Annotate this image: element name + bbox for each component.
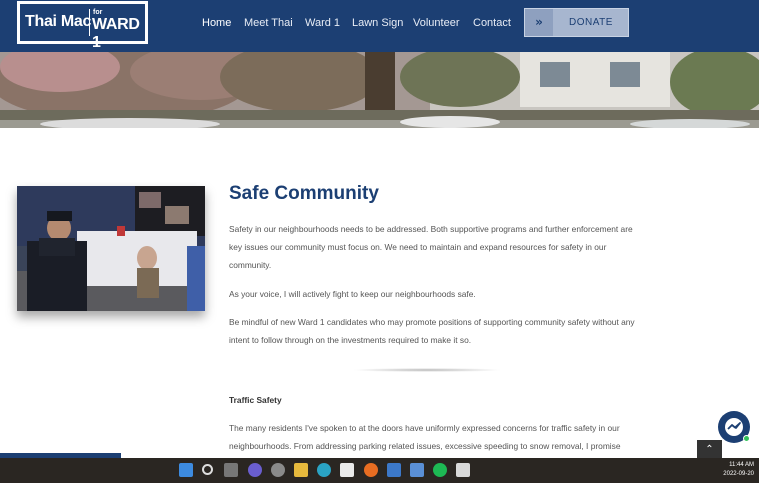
scroll-to-top-button[interactable]: ⌃ (697, 440, 722, 460)
nav-lawn-sign[interactable]: Lawn Sign (352, 17, 403, 29)
messenger-chat-button[interactable] (718, 411, 750, 443)
task-view-icon[interactable] (224, 463, 238, 477)
traffic-paragraph: The many residents I've spoken to at the… (229, 423, 621, 451)
intro-paragraph: Safety in our neighbourhoods needs to be… (229, 224, 633, 270)
page-title: Safe Community (229, 183, 379, 204)
messenger-bolt (727, 422, 741, 430)
taskbar-time[interactable]: 11:44 AM (720, 462, 754, 468)
section-divider (352, 368, 502, 372)
nav-ward-1[interactable]: Ward 1 (305, 17, 340, 29)
taskbar-date[interactable]: 2022-09-20 (716, 471, 754, 477)
nav-home[interactable]: Home (202, 17, 231, 29)
hero-scene (0, 52, 759, 128)
site-logo[interactable]: Thai Mac for WARD 1 (17, 1, 148, 51)
community-safety-photo (17, 186, 205, 311)
chat-icon[interactable] (248, 463, 262, 477)
file-explorer-icon[interactable] (294, 463, 308, 477)
hero-banner-image (0, 52, 759, 128)
spotify-icon[interactable] (433, 463, 447, 477)
logo-for: for (93, 9, 103, 16)
double-chevron-right-icon: » (525, 9, 553, 36)
donate-label: DONATE (569, 17, 613, 28)
nav-meet-thai[interactable]: Meet Thai (244, 17, 293, 29)
edge-icon[interactable] (317, 463, 331, 477)
firefox-icon[interactable] (364, 463, 378, 477)
chevron-up-icon: ⌃ (705, 444, 714, 455)
online-status-dot (743, 435, 750, 442)
voice-paragraph: As your voice, I will actively fight to … (229, 289, 476, 299)
search-icon[interactable] (202, 464, 213, 475)
notepad-alt-icon[interactable] (410, 463, 424, 477)
logo-ward: WARD 1 (92, 16, 140, 51)
logo-name: Thai Mac (25, 13, 92, 30)
messenger-icon (725, 418, 743, 436)
logo-divider (89, 9, 90, 36)
photo-scene (17, 186, 205, 311)
windows-taskbar: 11:44 AM 2022-09-20 (0, 458, 759, 483)
candidates-paragraph: Be mindful of new Ward 1 candidates who … (229, 317, 635, 345)
snipping-tool-icon[interactable] (456, 463, 470, 477)
site-header: Thai Mac for WARD 1 Home Meet Thai Ward … (0, 0, 759, 52)
donate-button[interactable]: » DONATE (524, 8, 629, 37)
nav-contact[interactable]: Contact (473, 17, 511, 29)
settings-icon[interactable] (271, 463, 285, 477)
logo-inner: Thai Mac for WARD 1 (20, 4, 145, 51)
page: Thai Mac for WARD 1 Home Meet Thai Ward … (0, 0, 759, 483)
traffic-safety-heading: Traffic Safety (229, 395, 282, 405)
nav-volunteer[interactable]: Volunteer (413, 17, 459, 29)
windows-start-icon[interactable] (179, 463, 193, 477)
notepad-icon[interactable] (387, 463, 401, 477)
store-icon[interactable] (340, 463, 354, 477)
